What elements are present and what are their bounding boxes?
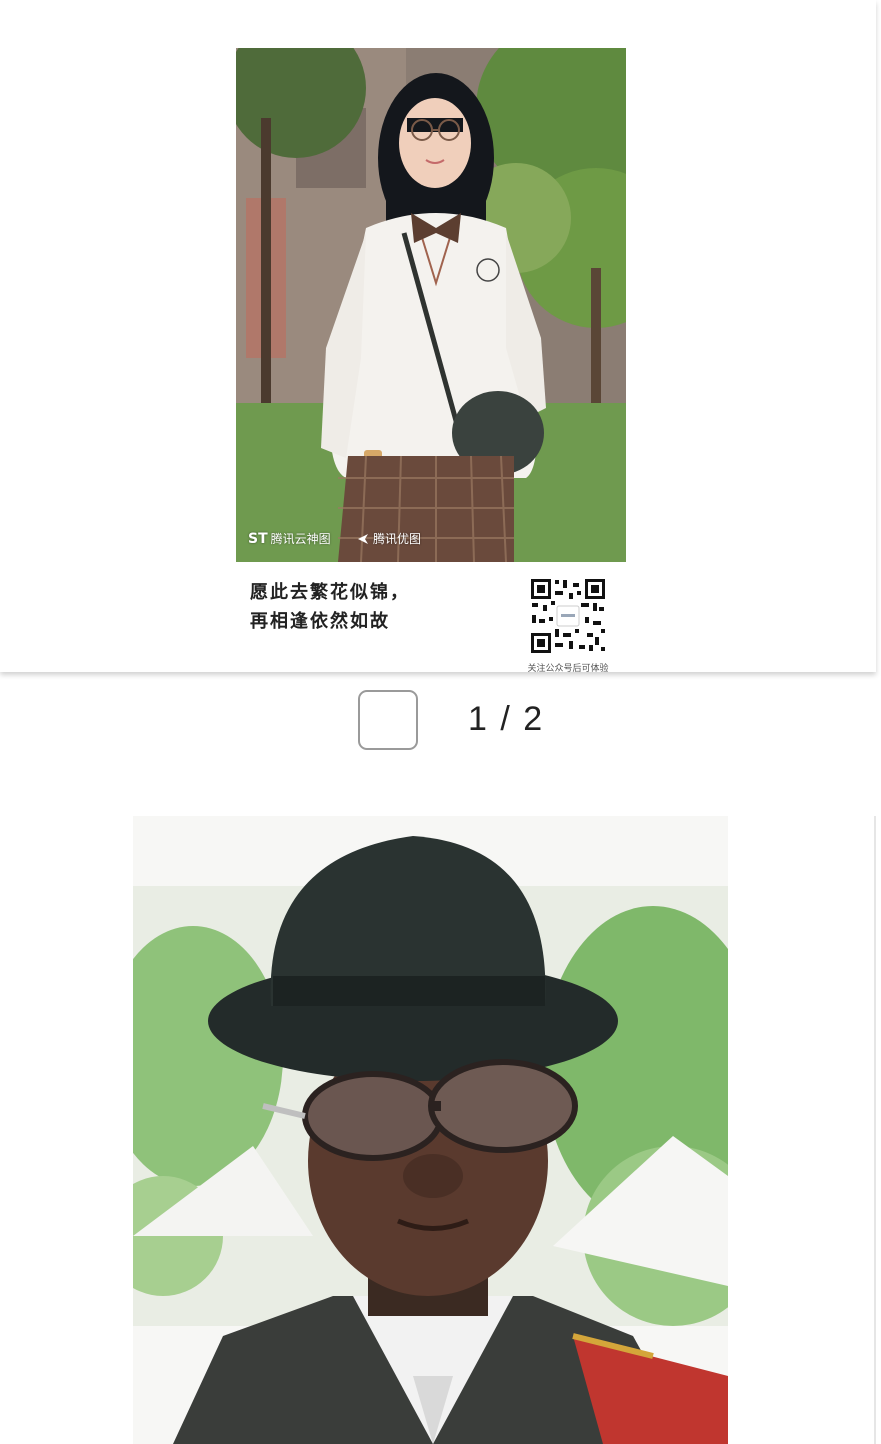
post-card-1: ST 腾讯云神图 腾讯优图 愿此去繁花似锦， 再相逢依然如故 关注公众号后可体验 [0,0,876,674]
caption-line-2: 再相逢依然如故 [250,611,390,632]
watermark-tencent-youtu: 腾讯优图 [356,530,421,547]
watermark-tencent-cloud: ST 腾讯云神图 [248,530,331,547]
page-indicator: 1 / 2 [468,700,545,738]
top-hat-man-photo[interactable] [133,816,728,1444]
watermark-right-label: 腾讯优图 [373,532,422,546]
top-hat-man-illustration [133,816,728,1444]
tencent-cloud-logo-icon: ST [248,530,268,547]
tencent-youtu-logo-icon [358,533,368,544]
watermark-left-label: 腾讯云神图 [270,532,331,546]
caption-line-1: 愿此去繁花似锦， [250,582,410,603]
girl-photo-illustration [236,48,626,562]
select-checkbox[interactable] [358,690,418,750]
qr-code-icon[interactable] [529,577,607,655]
poem-caption: 愿此去繁花似锦， 再相逢依然如故 [250,578,410,636]
girl-photo[interactable]: ST 腾讯云神图 腾讯优图 [236,48,626,562]
qr-caption: 关注公众号后可体验 [527,664,609,674]
